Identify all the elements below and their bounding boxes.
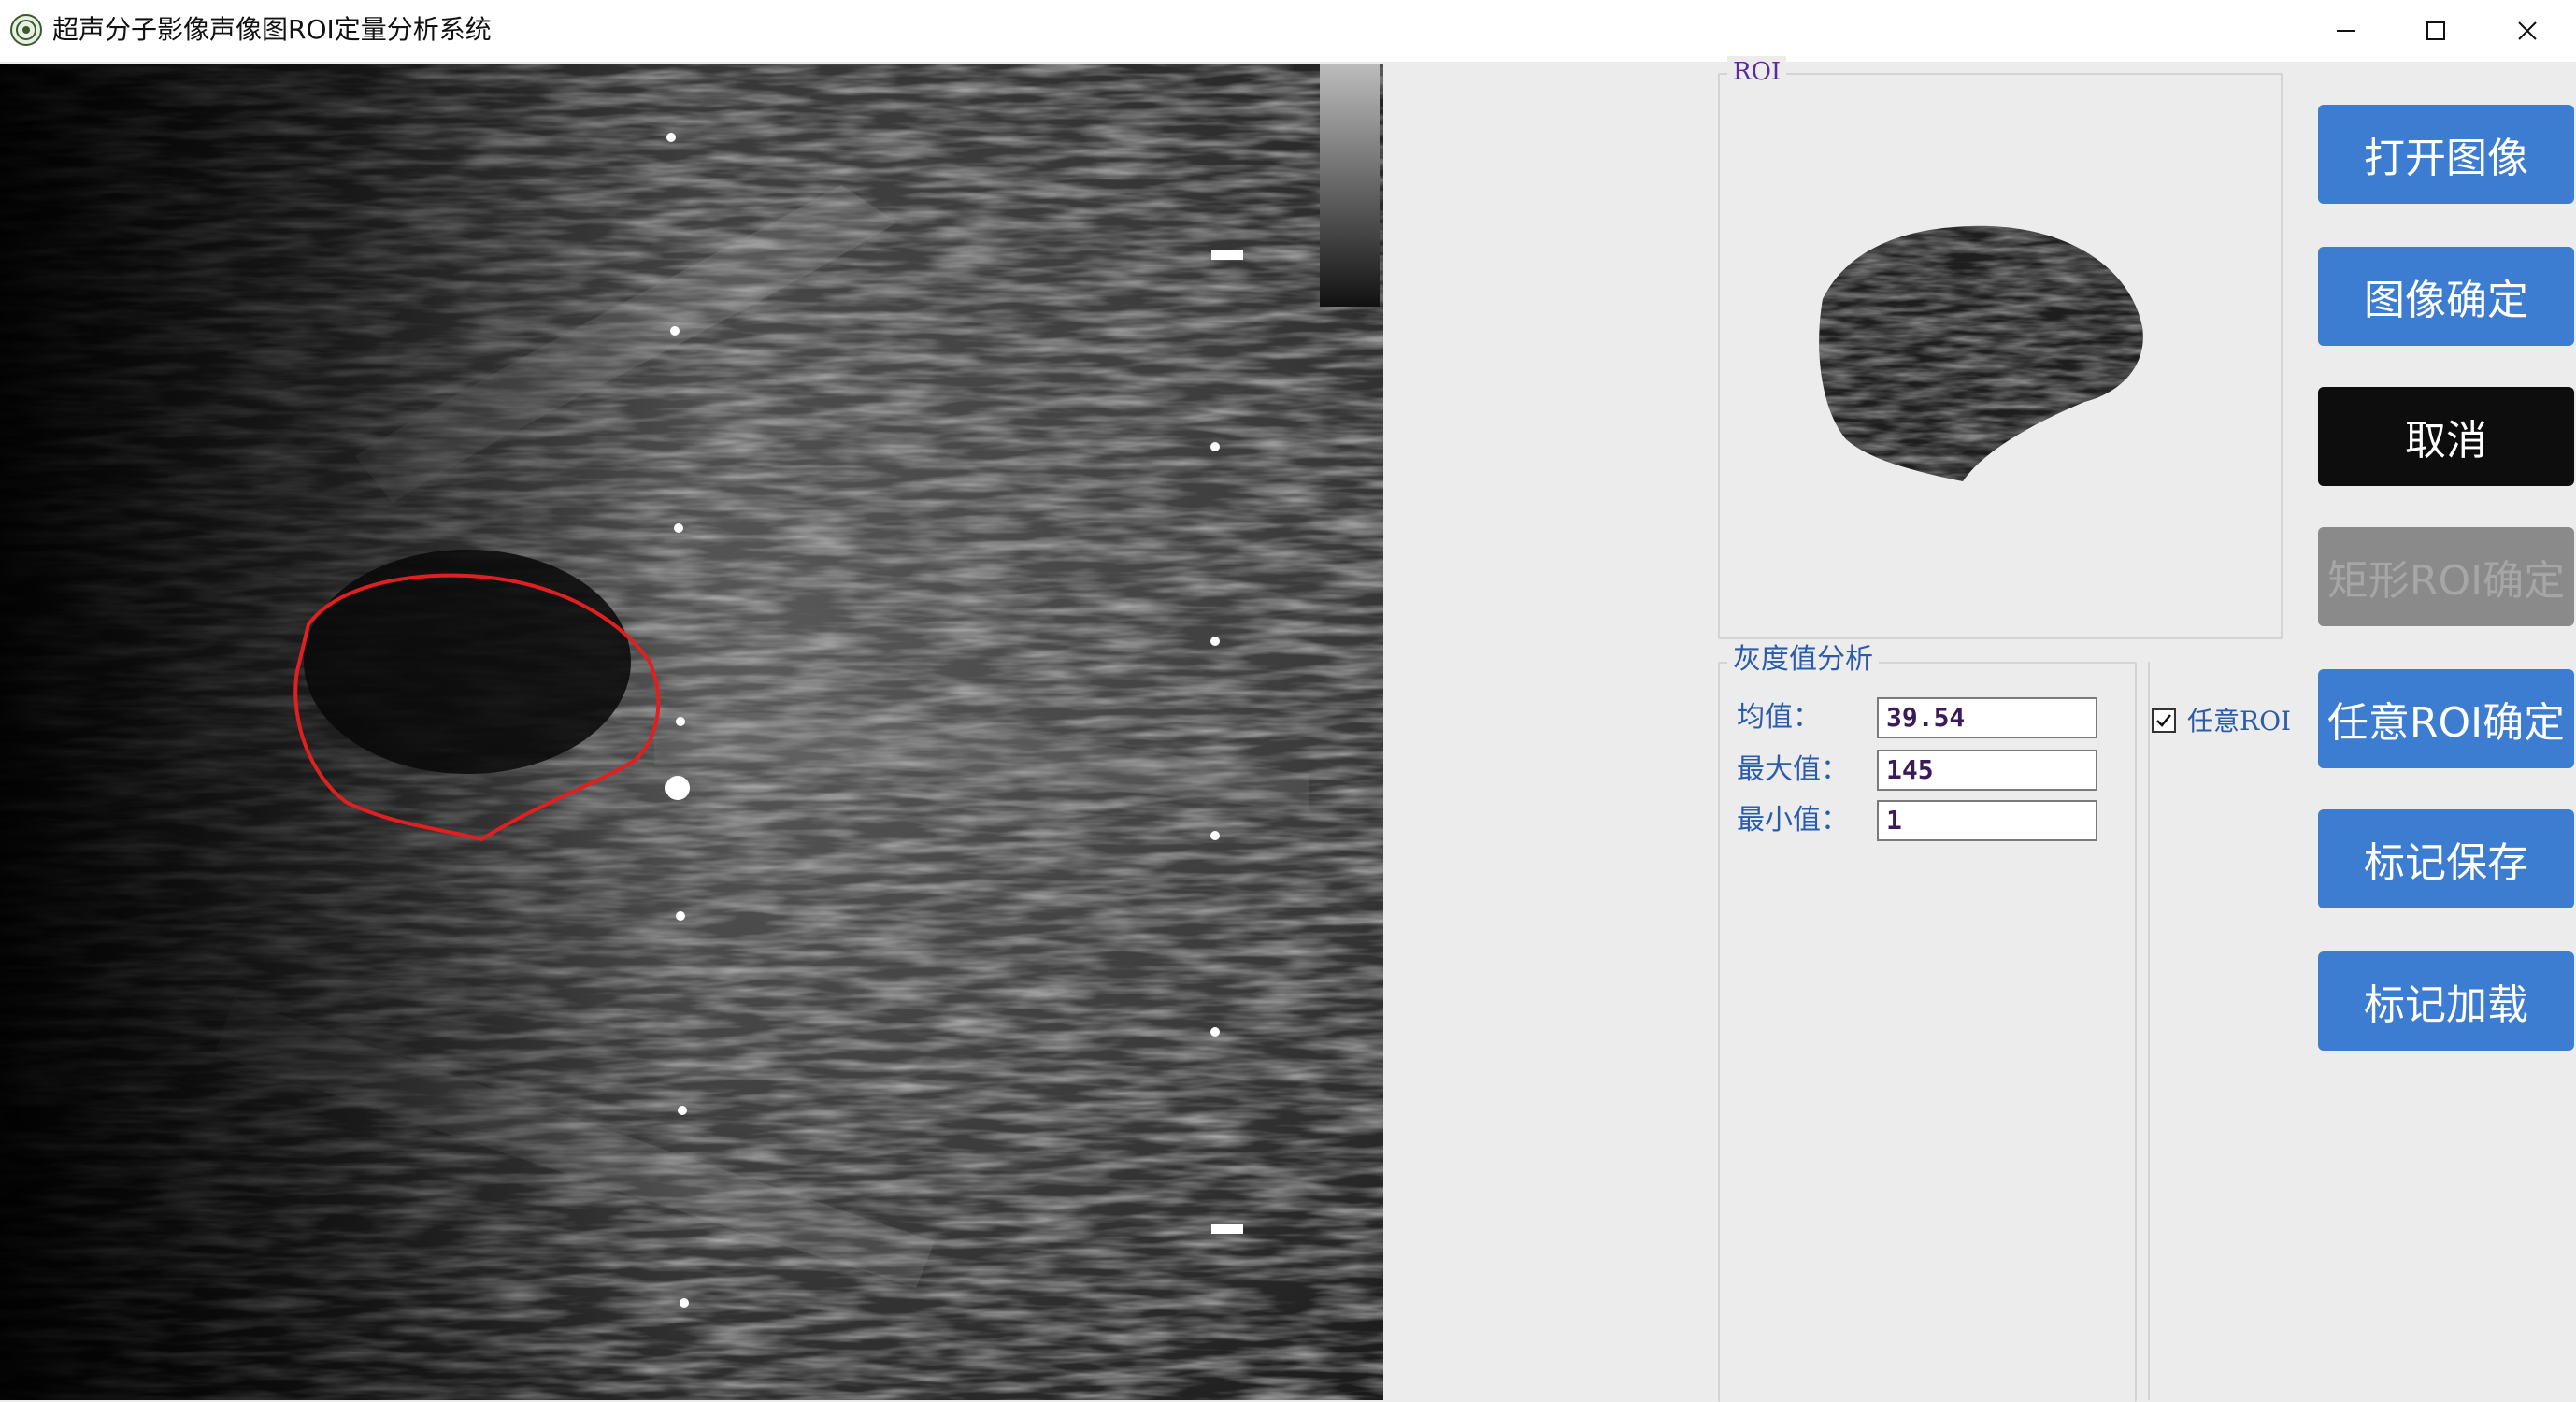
min-field[interactable]: 1 [1877,800,2097,841]
maximize-icon [2423,18,2449,44]
close-button[interactable] [2483,0,2572,62]
window-title: 超声分子影像声像图ROI定量分析系统 [52,14,492,45]
max-field[interactable]: 145 [1877,750,2097,791]
app-logo-icon [9,13,43,47]
ultrasound-image-view[interactable] [0,64,1383,1400]
free-roi-checkbox[interactable] [2152,708,2176,733]
min-label: 最小值： [1737,804,1849,837]
minimize-button[interactable] [2301,0,2391,62]
ultrasound-image [0,64,1383,1400]
open-image-button[interactable]: 打开图像 [2318,105,2574,204]
free-roi-confirm-button[interactable]: 任意ROI确定 [2318,669,2574,768]
mark-save-button[interactable]: 标记保存 [2318,809,2574,908]
gray-analysis-legend: 灰度值分析 [1727,641,1879,679]
close-icon [2514,18,2540,44]
minimize-icon [2333,18,2359,44]
rect-roi-confirm-button[interactable]: 矩形ROI确定 [2318,527,2574,626]
mark-load-button[interactable]: 标记加载 [2318,951,2574,1051]
image-confirm-button[interactable]: 图像确定 [2318,247,2574,346]
roi-preview-image [1804,215,2178,495]
cancel-button[interactable]: 取消 [2318,387,2574,486]
checkbox-panel-divider [2148,662,2290,1400]
max-label: 最大值： [1737,753,1849,786]
title-bar: 超声分子影像声像图ROI定量分析系统 [0,0,2576,62]
mean-label: 均值： [1737,701,1821,734]
roi-group-legend: ROI [1727,56,1787,88]
free-roi-checkbox-label[interactable]: 任意ROI [2187,703,2291,740]
maximize-button[interactable] [2391,0,2481,62]
app-window: 超声分子影像声像图ROI定量分析系统 ROI 灰度值分析 均值： 39.54 最… [0,0,2576,1402]
mean-field[interactable]: 39.54 [1877,697,2097,738]
